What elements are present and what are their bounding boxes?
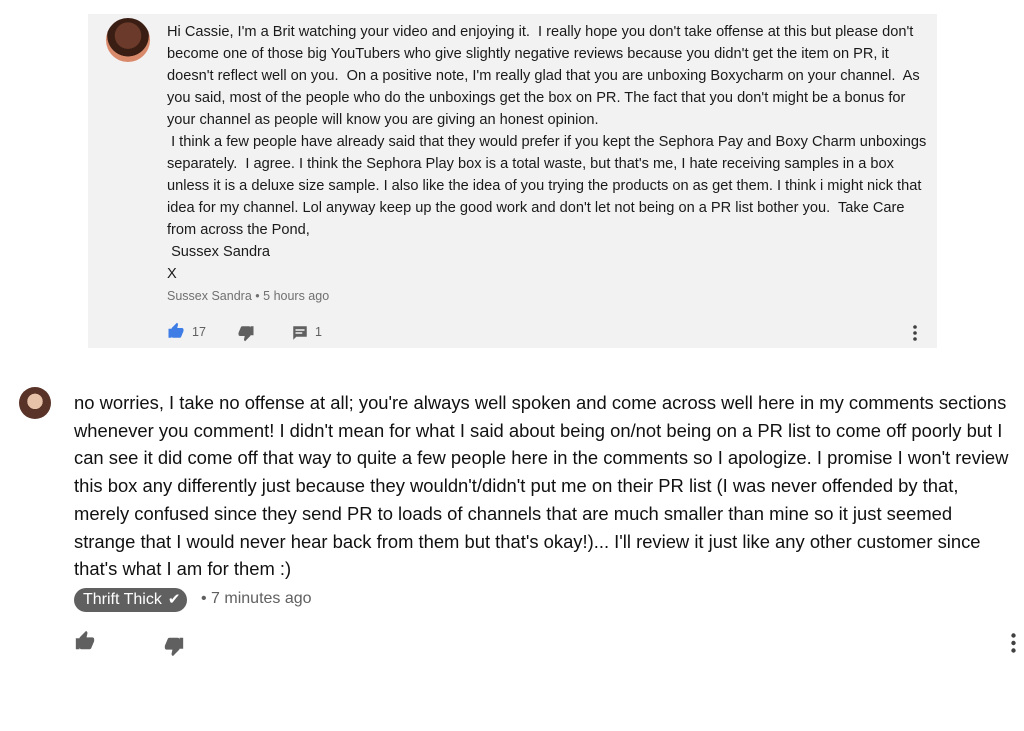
more-vertical-icon[interactable]: [1010, 632, 1017, 659]
comment-time: 5 hours ago: [263, 289, 330, 303]
reply-count: 1: [315, 325, 322, 339]
comment-icon[interactable]: [291, 324, 309, 347]
comment-action-bar: 17 1: [167, 322, 922, 344]
thumbs-down-icon[interactable]: [237, 324, 255, 347]
original-comment-text: Hi Cassie, I'm a Brit watching your vide…: [167, 24, 927, 282]
like-count: 17: [192, 325, 206, 339]
reply-author-avatar[interactable]: [19, 387, 51, 419]
reply-author: Thrift Thick: [83, 591, 162, 608]
thumbs-up-icon[interactable]: [167, 322, 185, 345]
reply-action-bar: [74, 630, 1019, 658]
comment-meta: Sussex Sandra • 5 hours ago: [167, 289, 329, 303]
reply-text: no worries, I take no offense at all; yo…: [74, 392, 1009, 580]
meta-separator: •: [255, 289, 260, 303]
more-vertical-icon[interactable]: [912, 324, 918, 347]
check-icon: ✔: [167, 591, 181, 608]
comment-author[interactable]: Sussex Sandra: [167, 289, 252, 303]
original-comment-card: Hi Cassie, I'm a Brit watching your vide…: [88, 14, 937, 348]
thumbs-up-icon[interactable]: [74, 630, 96, 657]
thumbs-down-icon[interactable]: [163, 635, 185, 662]
channel-owner-badge[interactable]: Thrift Thick ✔: [74, 588, 188, 612]
commenter-avatar[interactable]: [106, 18, 150, 62]
reply-time: • 7 minutes ago: [201, 590, 312, 607]
